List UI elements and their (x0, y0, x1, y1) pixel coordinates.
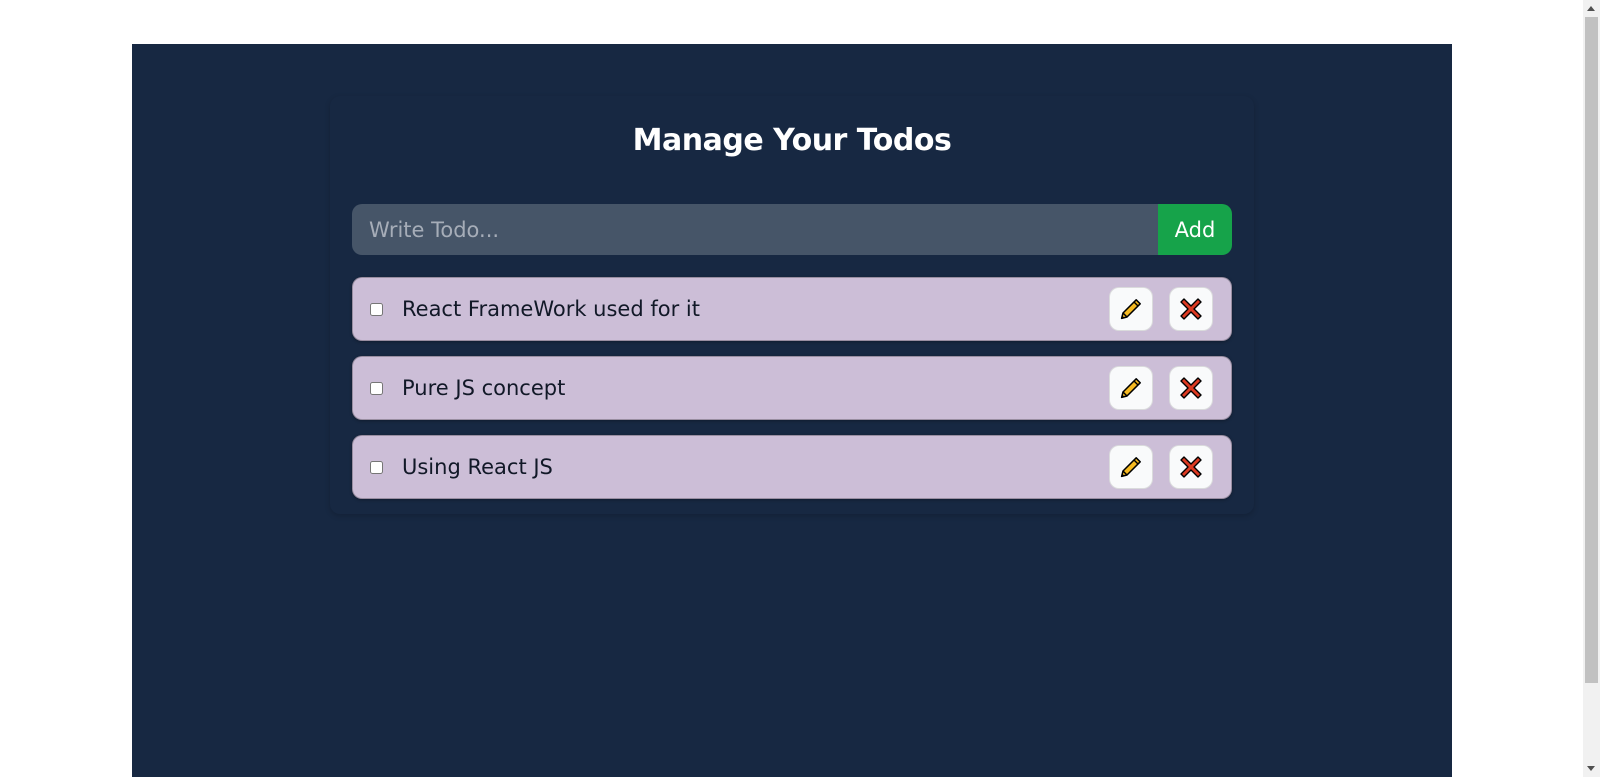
todo-text: Using React JS (402, 455, 553, 479)
add-button[interactable]: Add (1158, 204, 1232, 255)
cross-mark-icon (1179, 455, 1203, 479)
browser-viewport: Manage Your Todos Add React FrameWork us… (0, 0, 1600, 777)
todo-input[interactable] (352, 204, 1158, 255)
todo-text: Pure JS concept (402, 376, 566, 400)
scrollbar-thumb[interactable] (1585, 17, 1598, 683)
delete-button[interactable] (1169, 366, 1213, 410)
todo-checkbox[interactable] (370, 460, 383, 474)
todo-item: Using React JS (352, 435, 1232, 499)
pencil-icon (1119, 376, 1143, 400)
todo-form: Add (352, 204, 1232, 255)
cross-mark-icon (1179, 376, 1203, 400)
delete-button[interactable] (1169, 445, 1213, 489)
todo-list: React FrameWork used for it Pure JS conc… (352, 277, 1232, 514)
todo-checkbox[interactable] (370, 381, 383, 395)
vertical-scrollbar[interactable] (1583, 0, 1600, 777)
page-title: Manage Your Todos (632, 123, 952, 158)
todo-checkbox[interactable] (370, 302, 383, 316)
todo-item: Pure JS concept (352, 356, 1232, 420)
pencil-icon (1119, 297, 1143, 321)
cross-mark-icon (1179, 297, 1203, 321)
delete-button[interactable] (1169, 287, 1213, 331)
scroll-up-arrow-icon[interactable] (1587, 6, 1595, 11)
todo-item: React FrameWork used for it (352, 277, 1232, 341)
edit-button[interactable] (1109, 445, 1153, 489)
scroll-down-arrow-icon[interactable] (1587, 766, 1595, 771)
todo-text: React FrameWork used for it (402, 297, 700, 321)
pencil-icon (1119, 455, 1143, 479)
edit-button[interactable] (1109, 366, 1153, 410)
edit-button[interactable] (1109, 287, 1153, 331)
